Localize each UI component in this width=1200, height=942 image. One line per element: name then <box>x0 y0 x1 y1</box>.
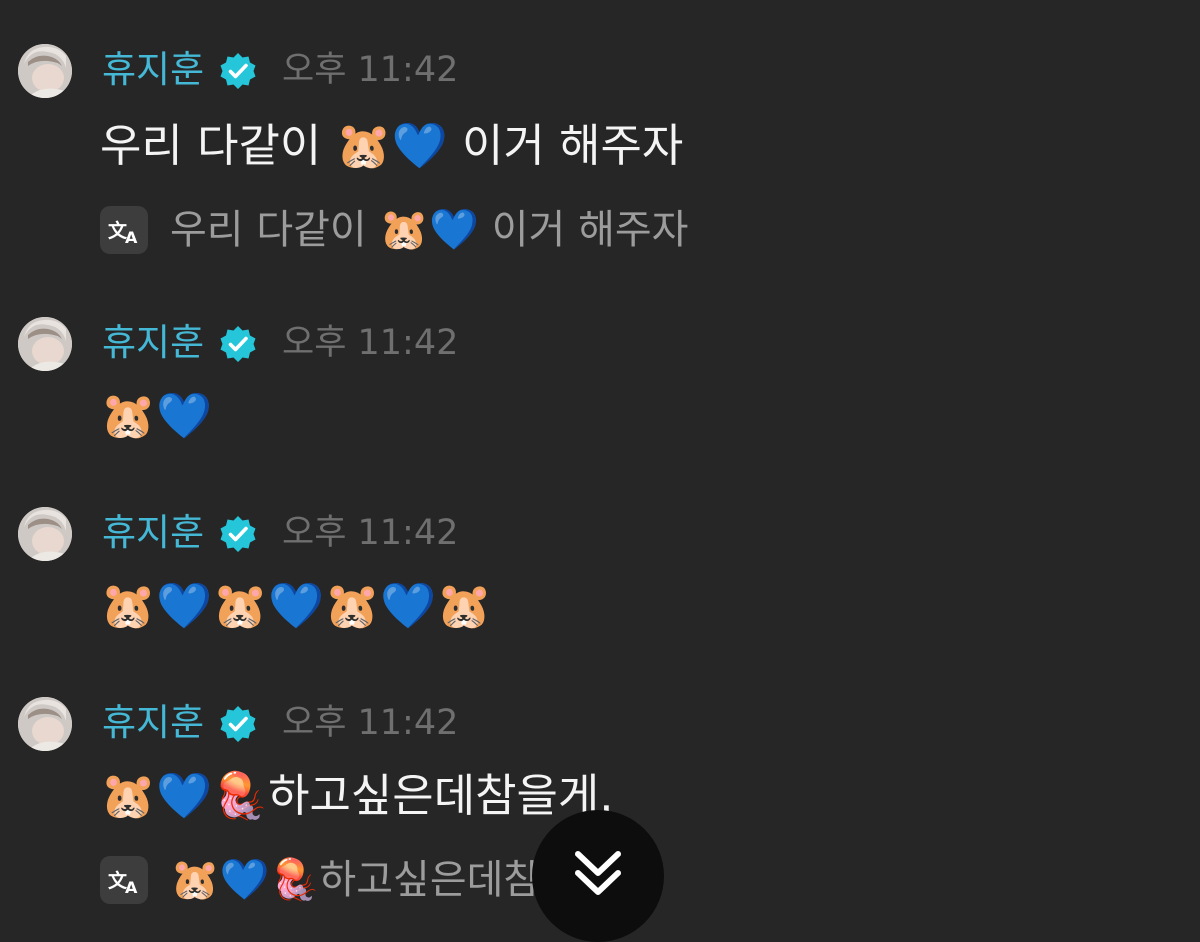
sender-name[interactable]: 휴지훈 <box>102 700 204 746</box>
chat-message[interactable]: 휴지훈 오후 11:42 🐹💙🐹💙🐹💙🐹 <box>0 480 1200 680</box>
verified-badge-icon <box>218 704 258 744</box>
message-text: 🐹💙🐹💙🐹💙🐹 <box>100 579 493 632</box>
message-text: 🐹💙 <box>100 389 213 442</box>
verified-badge-icon <box>218 324 258 364</box>
sender-name[interactable]: 휴지훈 <box>102 320 204 366</box>
chat-message[interactable]: 휴지훈 오후 11:42 🐹💙 <box>0 290 1200 490</box>
translated-text: 우리 다같이 🐹💙 이거 해주자 <box>170 207 689 253</box>
svg-text:A: A <box>125 228 138 247</box>
chat-message[interactable]: 휴지훈 오후 11:42 우리 다같이 🐹💙 이거 해주자 文 A 우리 다같이… <box>0 0 1200 290</box>
message-time: 오후 11:42 <box>282 50 459 90</box>
verified-badge-icon <box>218 514 258 554</box>
message-text: 🐹💙🪼하고싶은데참을게. <box>100 769 614 822</box>
verified-badge-icon <box>218 51 258 91</box>
translate-icon[interactable]: 文 A <box>100 856 148 904</box>
message-text: 우리 다같이 🐹💙 이거 해주자 <box>100 119 684 172</box>
sender-name[interactable]: 휴지훈 <box>102 47 204 93</box>
avatar[interactable] <box>18 317 72 371</box>
double-chevron-down-icon <box>575 851 621 895</box>
message-time: 오후 11:42 <box>282 513 459 553</box>
message-time: 오후 11:42 <box>282 323 459 363</box>
translate-icon[interactable]: 文 A <box>100 206 148 254</box>
sender-name[interactable]: 휴지훈 <box>102 510 204 556</box>
scroll-to-bottom-button[interactable] <box>532 810 664 942</box>
avatar[interactable] <box>18 697 72 751</box>
svg-text:A: A <box>125 878 138 897</box>
message-time: 오후 11:42 <box>282 703 459 743</box>
avatar[interactable] <box>18 507 72 561</box>
avatar[interactable] <box>18 44 72 98</box>
